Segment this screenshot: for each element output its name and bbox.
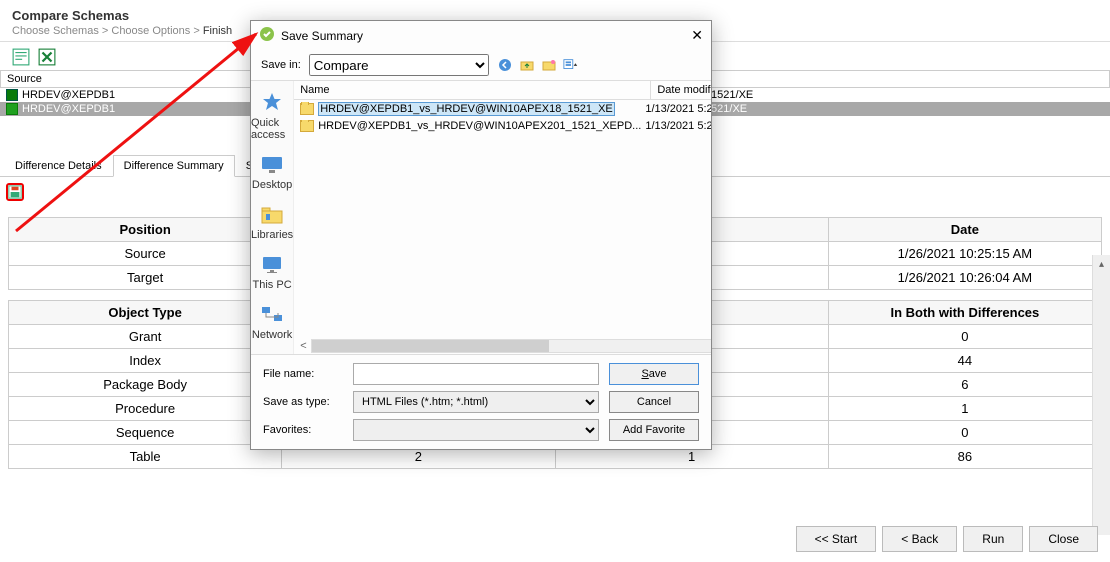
close-icon[interactable]: ✕ (691, 27, 703, 44)
save-in-label: Save in: (261, 59, 301, 71)
save-type-label: Save as type: (263, 396, 343, 408)
col-name[interactable]: Name (294, 81, 651, 99)
pc-icon (258, 253, 286, 277)
dialog-titlebar: Save Summary ✕ (251, 21, 711, 50)
breadcrumb-step[interactable]: Choose Schemas (12, 25, 99, 37)
save-in-row: Save in: Compare (251, 50, 711, 80)
col-date: Date (828, 218, 1101, 242)
save-summary-button[interactable] (6, 183, 24, 201)
view-menu-icon[interactable] (563, 57, 579, 73)
sidebar-item-network[interactable]: Network (252, 303, 292, 341)
file-list-header: Name Date modified (294, 81, 711, 100)
sidebar-item-desktop[interactable]: Desktop (252, 153, 292, 191)
favorites-select[interactable] (353, 419, 599, 441)
network-icon (258, 303, 286, 327)
save-button[interactable]: Save (609, 363, 699, 385)
breadcrumb-current: Finish (203, 25, 232, 37)
sidebar-item-libraries[interactable]: Libraries (251, 203, 293, 241)
dialog-icon (259, 26, 275, 45)
tab-difference-details[interactable]: Difference Details (4, 155, 113, 177)
places-sidebar: Quick access Desktop Libraries This PC N… (251, 81, 294, 354)
add-favorite-button[interactable]: Add Favorite (609, 419, 699, 441)
col-object-type: Object Type (9, 301, 282, 325)
col-position: Position (9, 218, 282, 242)
start-button[interactable]: << Start (796, 526, 877, 552)
new-folder-icon[interactable] (541, 57, 557, 73)
save-in-select[interactable]: Compare (309, 54, 489, 76)
file-name-input[interactable] (353, 363, 599, 385)
close-button[interactable]: Close (1029, 526, 1098, 552)
vertical-scrollbar[interactable]: ▴ (1092, 255, 1110, 535)
tab-difference-summary[interactable]: Difference Summary (113, 155, 235, 177)
favorites-label: Favorites: (263, 424, 343, 436)
back-icon[interactable] (497, 57, 513, 73)
run-button[interactable]: Run (963, 526, 1023, 552)
up-folder-icon[interactable] (519, 57, 535, 73)
color-swatch-icon (6, 89, 18, 101)
file-pane: Name Date modified HRDEV@XEPDB1_vs_HRDEV… (294, 81, 711, 354)
back-button[interactable]: < Back (882, 526, 957, 552)
file-item[interactable]: HRDEV@XEPDB1_vs_HRDEV@WIN10APEX18_1521_X… (294, 100, 711, 118)
breadcrumb-step[interactable]: Choose Options (111, 25, 190, 37)
folder-icon (300, 120, 314, 132)
save-dialog: Save Summary ✕ Save in: Compare Quick ac… (250, 20, 712, 450)
export-excel-icon[interactable] (38, 48, 56, 64)
scroll-left-icon[interactable]: < (300, 340, 306, 352)
dialog-footer: File name: Save Save as type: HTML Files… (251, 355, 711, 449)
wizard-buttons: << Start < Back Run Close (796, 526, 1098, 552)
desktop-icon (258, 153, 286, 177)
file-list[interactable]: HRDEV@XEPDB1_vs_HRDEV@WIN10APEX18_1521_X… (294, 100, 711, 338)
scroll-up-icon[interactable]: ▴ (1093, 255, 1110, 273)
save-type-select[interactable]: HTML Files (*.htm; *.html) (353, 391, 599, 413)
folder-icon (300, 103, 314, 115)
star-icon (258, 91, 286, 115)
col-date-modified[interactable]: Date modified (651, 81, 711, 99)
sidebar-item-this-pc[interactable]: This PC (253, 253, 292, 291)
dialog-title: Save Summary (281, 29, 363, 43)
color-swatch-icon (6, 103, 18, 115)
file-item[interactable]: HRDEV@XEPDB1_vs_HRDEV@WIN10APEX201_1521_… (294, 118, 711, 134)
col-in-both-diff: In Both with Differences (828, 301, 1101, 325)
save-html-icon[interactable] (12, 48, 30, 64)
sidebar-item-quick-access[interactable]: Quick access (251, 91, 293, 141)
horizontal-scrollbar[interactable]: < > (294, 338, 711, 354)
libraries-icon (258, 203, 286, 227)
file-name-label: File name: (263, 368, 343, 380)
cancel-button[interactable]: Cancel (609, 391, 699, 413)
